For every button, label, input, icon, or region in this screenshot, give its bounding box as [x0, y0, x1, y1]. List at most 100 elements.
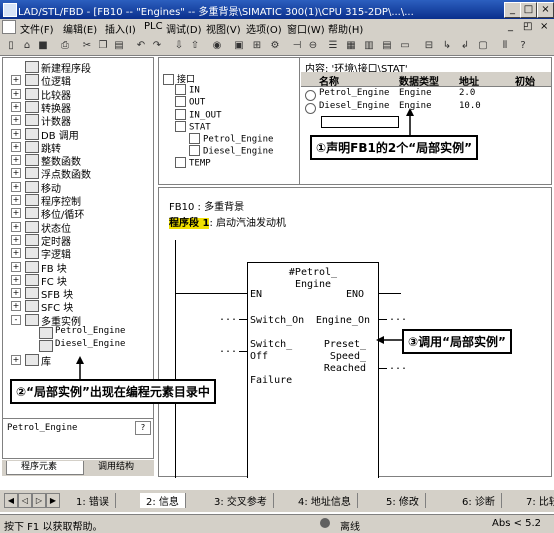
- menu-file[interactable]: 文件(F): [20, 21, 54, 36]
- output-tab[interactable]: 3: 交叉参考: [208, 493, 274, 508]
- interface-tree-item[interactable]: OUT: [175, 96, 205, 108]
- help-icon[interactable]: ?: [135, 421, 151, 435]
- cut-icon[interactable]: ✂: [80, 39, 94, 52]
- document-icon[interactable]: [2, 20, 16, 34]
- upload-icon[interactable]: ⇧: [188, 39, 202, 52]
- monitor-icon[interactable]: ◉: [210, 39, 224, 52]
- maximize-button[interactable]: □: [520, 2, 537, 18]
- paste-icon[interactable]: ▤: [112, 39, 126, 52]
- splitter[interactable]: [299, 58, 300, 184]
- interface-tree-item[interactable]: IN_OUT: [175, 108, 222, 120]
- view-lad-icon[interactable]: ☰: [326, 39, 340, 52]
- interface-tree-item[interactable]: STAT: [175, 120, 211, 132]
- branch-open-icon[interactable]: ↳: [440, 39, 454, 52]
- new-row-input[interactable]: [321, 116, 399, 128]
- expand-icon[interactable]: +: [11, 181, 21, 192]
- menu-options[interactable]: 选项(O): [246, 21, 282, 36]
- fb-block[interactable]: #Petrol_ Engine EN ENO Switch_On Engine_…: [247, 262, 379, 478]
- engine-on-operand[interactable]: ...: [389, 312, 407, 323]
- col-initial[interactable]: 初始: [515, 73, 535, 88]
- output-tab[interactable]: 5: 修改: [380, 493, 426, 508]
- prev-tab-icon[interactable]: ◁: [18, 493, 32, 508]
- interface-tree-item[interactable]: IN: [175, 84, 200, 96]
- expand-icon[interactable]: +: [11, 141, 21, 152]
- expand-icon[interactable]: +: [11, 221, 21, 232]
- col-name[interactable]: 名称: [319, 73, 339, 88]
- expand-icon[interactable]: +: [11, 155, 21, 166]
- view-fbd-icon[interactable]: ▥: [362, 39, 376, 52]
- new-icon[interactable]: ▯: [4, 39, 18, 52]
- expand-icon[interactable]: +: [11, 234, 21, 245]
- output-tab[interactable]: 6: 诊断: [456, 493, 502, 508]
- menu-plc[interactable]: PLC: [144, 21, 163, 32]
- detail-icon[interactable]: ▭: [398, 39, 412, 52]
- undo-icon[interactable]: ↶: [134, 39, 148, 52]
- open-icon[interactable]: ⌂: [20, 39, 34, 52]
- expand-icon[interactable]: +: [11, 88, 21, 99]
- question-icon[interactable]: ?: [516, 39, 530, 52]
- print-icon[interactable]: ⎙: [58, 39, 72, 52]
- overview-icon[interactable]: ▤: [380, 39, 394, 52]
- network-label[interactable]: 程序段 1: [169, 218, 210, 229]
- minimize-button[interactable]: _: [504, 2, 521, 18]
- interface-tree-item[interactable]: TEMP: [175, 157, 211, 169]
- menu-help[interactable]: 帮助(H): [328, 21, 363, 36]
- expand-icon[interactable]: +: [11, 301, 21, 312]
- box-icon[interactable]: ▢: [476, 39, 490, 52]
- expand-icon[interactable]: +: [11, 208, 21, 219]
- menu-edit[interactable]: 编辑(E): [63, 21, 97, 36]
- col-address[interactable]: 地址: [459, 73, 479, 88]
- accessible-nodes-icon[interactable]: ▣: [232, 39, 246, 52]
- network-icon[interactable]: ⊞: [250, 39, 264, 52]
- tab-call-structure[interactable]: 调用结构: [84, 461, 134, 474]
- output-tab[interactable]: 2: 信息: [140, 493, 186, 508]
- expand-icon[interactable]: +: [11, 354, 21, 365]
- copy-icon[interactable]: ❐: [96, 39, 110, 52]
- interface-tree-item[interactable]: Petrol_Engine: [189, 133, 273, 145]
- coil-icon[interactable]: ⊖: [306, 39, 320, 52]
- expand-icon[interactable]: +: [11, 128, 21, 139]
- first-tab-icon[interactable]: ◀: [4, 493, 18, 508]
- expand-icon[interactable]: +: [11, 248, 21, 259]
- expand-icon[interactable]: +: [11, 168, 21, 179]
- view-stl-icon[interactable]: ▦: [344, 39, 358, 52]
- menu-debug[interactable]: 调试(D): [166, 21, 202, 36]
- inner-restore-button[interactable]: ◰: [523, 21, 532, 32]
- expand-icon[interactable]: +: [11, 75, 21, 86]
- switch-off-operand[interactable]: ...: [219, 344, 237, 355]
- expand-icon[interactable]: +: [11, 195, 21, 205]
- menu-insert[interactable]: 插入(I): [105, 21, 136, 36]
- switch-on-operand[interactable]: ...: [219, 312, 237, 323]
- expand-icon[interactable]: +: [11, 261, 21, 272]
- last-tab-icon[interactable]: ▶: [46, 493, 60, 508]
- interface-tree-item[interactable]: 接口: [163, 72, 195, 85]
- expand-icon[interactable]: +: [11, 101, 21, 112]
- contact-icon[interactable]: ⊣: [290, 39, 304, 52]
- branch-close-icon[interactable]: ↲: [458, 39, 472, 52]
- menu-view[interactable]: 视图(V): [206, 21, 241, 36]
- inner-minimize-button[interactable]: _: [508, 21, 513, 32]
- output-tab[interactable]: 1: 错误: [70, 493, 116, 508]
- preset-operand[interactable]: ...: [389, 361, 407, 372]
- insert-network-icon[interactable]: ⊟: [422, 39, 436, 52]
- output-tab[interactable]: 4: 地址信息: [292, 493, 358, 508]
- table-row[interactable]: Petrol_Engine Engine 2.0: [301, 88, 551, 101]
- tab-program-elements[interactable]: 程序元素: [6, 461, 84, 475]
- expand-icon[interactable]: +: [11, 288, 21, 299]
- compile-icon[interactable]: ⚙: [268, 39, 282, 52]
- download-icon[interactable]: ⇩: [172, 39, 186, 52]
- output-tab[interactable]: 7: 比较: [520, 493, 554, 508]
- close-button[interactable]: ×: [537, 2, 554, 18]
- next-tab-icon[interactable]: ▷: [32, 493, 46, 508]
- interface-tree-item[interactable]: Diesel_Engine: [189, 145, 273, 157]
- col-type[interactable]: 数据类型: [399, 73, 439, 88]
- parallel-icon[interactable]: ⫴: [498, 39, 512, 52]
- collapse-icon[interactable]: -: [11, 314, 21, 325]
- expand-icon[interactable]: +: [11, 115, 21, 126]
- expand-icon[interactable]: +: [11, 274, 21, 285]
- inner-close-button[interactable]: ×: [540, 21, 548, 32]
- table-row[interactable]: Diesel_Engine Engine 10.0: [301, 101, 551, 114]
- save-icon[interactable]: ■: [36, 39, 50, 52]
- redo-icon[interactable]: ↷: [150, 39, 164, 52]
- menu-window[interactable]: 窗口(W): [287, 21, 325, 36]
